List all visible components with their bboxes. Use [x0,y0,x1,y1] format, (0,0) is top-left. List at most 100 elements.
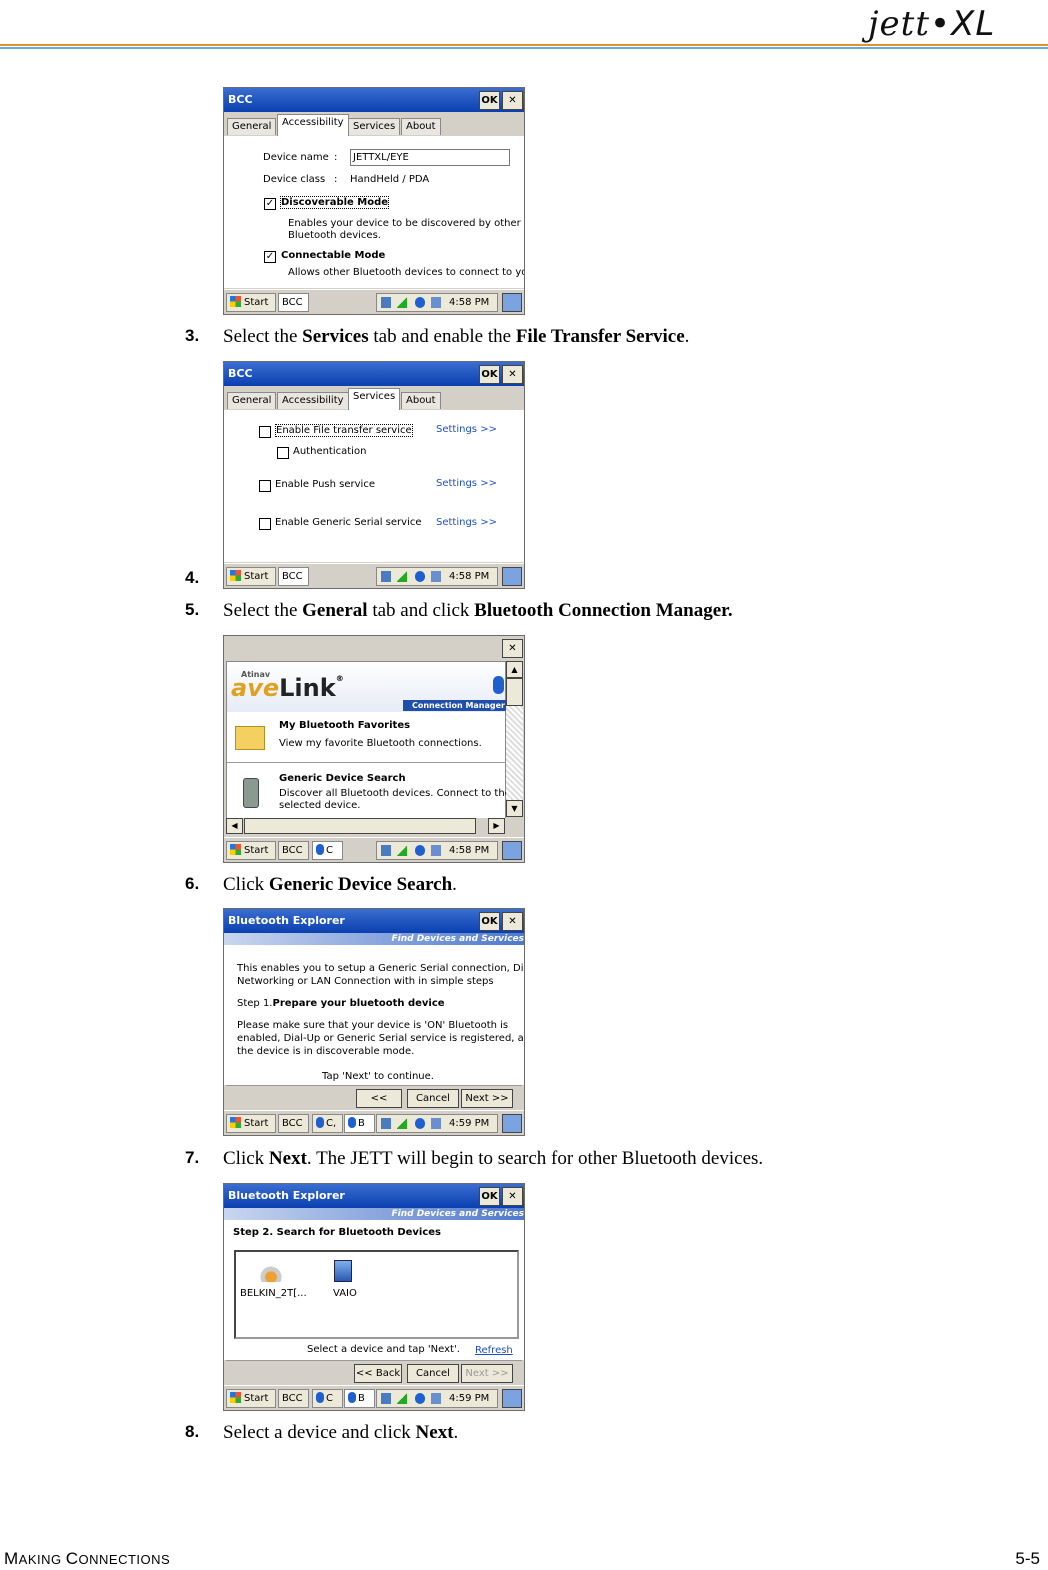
connectable-label[interactable]: Connectable Mode [281,250,385,261]
desktop-icon[interactable] [502,1114,522,1133]
device-name-label: Device name [263,152,329,163]
settings-link-file-transfer[interactable]: Settings >> [436,424,497,435]
device-item-belkin[interactable]: BELKIN_2T[... [240,1256,307,1301]
desktop-icon[interactable] [502,1389,522,1408]
scroll-left-arrow-icon[interactable]: ◀ [226,818,243,834]
step-number: 7. [185,1148,200,1167]
start-label: Start [244,297,269,308]
taskbar-item-bluetooth-explorer[interactable]: B [344,1389,375,1408]
tab-services[interactable]: Services [348,388,401,410]
scroll-right-arrow-icon[interactable]: ▶ [488,818,505,834]
scroll-thumb[interactable] [506,678,523,706]
device-name: VAIO [333,1288,357,1299]
connectable-checkbox[interactable]: ✓ [264,251,276,263]
ok-button[interactable]: OK [479,1187,500,1206]
start-label: Start [244,1393,269,1404]
ok-button[interactable]: OK [479,365,500,384]
desktop-icon[interactable] [502,841,522,860]
discoverable-desc-1: Enables your device to be discovered by … [288,218,521,229]
tab-accessibility[interactable]: Accessibility [277,114,349,136]
clock: 4:58 PM [449,571,490,582]
ok-button[interactable]: OK [479,91,500,110]
system-tray: 4:58 PM [376,293,498,312]
generic-device-search-title[interactable]: Generic Device Search [279,773,406,784]
taskbar: Start BCC 4:58 PM [224,563,524,588]
generic-serial-label[interactable]: Enable Generic Serial service [275,517,422,528]
tab-about[interactable]: About [401,392,441,409]
signal-icon [397,1393,407,1404]
tab-about[interactable]: About [401,118,441,135]
discoverable-checkbox[interactable]: ✓ [264,198,276,210]
generic-serial-checkbox[interactable] [259,518,271,530]
ok-button[interactable]: OK [479,912,500,931]
sync-icon [431,845,441,856]
divider [226,1085,522,1086]
settings-link-generic-serial[interactable]: Settings >> [436,517,497,528]
scroll-thumb[interactable] [244,818,476,834]
back-button[interactable]: << Back [356,1089,402,1121]
close-button[interactable]: ✕ [502,1187,523,1206]
authentication-label[interactable]: Authentication [293,446,366,457]
start-button[interactable]: Start [226,567,276,586]
screenshot-bcc-services: BCC OK ✕ General Accessibility Services … [223,361,525,589]
taskbar-item-connection-manager[interactable]: C [312,841,343,860]
next-button[interactable]: Next >> [461,1089,513,1108]
screenshot-bluetooth-explorer-step2: Bluetooth Explorer OK ✕ Find Devices and… [223,1183,525,1411]
intro-line-2: Networking or LAN Connection with in sim… [237,976,494,987]
explorer-body: This enables you to setup a Generic Seri… [224,945,524,1085]
tab-general[interactable]: General [227,392,277,409]
taskbar-item-bcc[interactable]: BCC [278,567,309,586]
device-list[interactable]: BELKIN_2T[... VAIO [234,1250,519,1339]
file-transfer-checkbox[interactable] [259,426,271,438]
device-name-input[interactable]: JETTXL/EYE [350,149,510,166]
push-service-label[interactable]: Enable Push service [275,479,375,490]
step-number: 5. [185,600,200,619]
tab-general[interactable]: General [227,118,277,135]
clock: 4:58 PM [449,845,490,856]
close-button[interactable]: ✕ [502,912,523,931]
start-button[interactable]: Start [226,293,276,312]
vertical-scrollbar[interactable]: ▲ ▼ [506,661,523,817]
taskbar-item-bcc[interactable]: BCC [278,1389,309,1408]
step2-heading: Step 2. Search for Bluetooth Devices [233,1227,442,1238]
authentication-checkbox[interactable] [277,447,289,459]
settings-link-push[interactable]: Settings >> [436,478,497,489]
connection-manager-banner: Connection Manager [403,700,506,711]
desktop-icon[interactable] [502,567,522,586]
device-item-vaio[interactable]: VAIO [326,1256,366,1301]
network-icon [381,1393,391,1404]
tab-services[interactable]: Services [348,118,401,135]
favorites-title[interactable]: My Bluetooth Favorites [279,720,410,731]
refresh-link[interactable]: Refresh [475,1345,513,1356]
desktop-icon[interactable] [502,293,522,312]
back-button[interactable]: << Back [354,1364,402,1383]
start-button[interactable]: Start [226,1114,276,1133]
taskbar-item-bcc[interactable]: BCC [278,841,309,860]
cancel-button[interactable]: Cancel [407,1089,459,1108]
horizontal-scrollbar[interactable]: ◀ ▶ [226,818,506,834]
jett-xl-logo: jett•XL [868,4,996,44]
generic-device-search-desc-1: Discover all Bluetooth devices. Connect … [279,788,511,799]
scroll-up-arrow-icon[interactable]: ▲ [506,661,523,678]
taskbar-item-bcc[interactable]: BCC [278,1114,309,1133]
discoverable-label[interactable]: Discoverable Mode [280,196,390,209]
network-icon [381,297,391,308]
taskbar-item-bcc[interactable]: BCC [278,293,309,312]
close-button[interactable]: ✕ [502,639,523,658]
avelink-logo: aveLink® [231,674,344,702]
cancel-button[interactable]: Cancel [407,1364,459,1383]
taskbar-item-connection-manager[interactable]: C [312,1389,343,1408]
screenshot-bcc-accessibility: BCC OK ✕ General Accessibility Services … [223,87,525,315]
close-button[interactable]: ✕ [502,91,523,110]
scroll-down-arrow-icon[interactable]: ▼ [506,800,523,817]
close-button[interactable]: ✕ [502,365,523,384]
next-button[interactable]: Next >> [461,1364,513,1383]
start-button[interactable]: Start [226,1389,276,1408]
tab-accessibility[interactable]: Accessibility [277,392,349,409]
push-service-checkbox[interactable] [259,480,271,492]
taskbar-item-connection-manager[interactable]: C, [312,1114,343,1133]
logo-main: jett [868,4,930,44]
taskbar-item-bluetooth-explorer[interactable]: B [344,1114,375,1133]
start-button[interactable]: Start [226,841,276,860]
file-transfer-label[interactable]: Enable File transfer service [275,424,413,437]
